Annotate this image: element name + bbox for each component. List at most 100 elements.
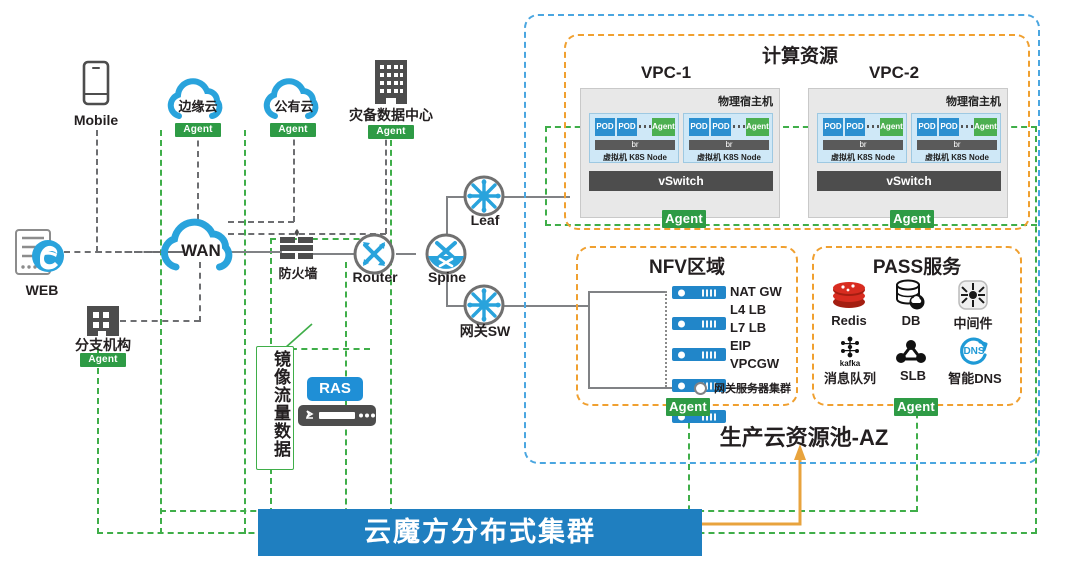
- bridge: br: [823, 140, 903, 150]
- leaf-label: Leaf: [470, 212, 500, 228]
- vpc-2-k8s-node-1: POD POD Agent br 虚拟机 K8S Node: [817, 113, 907, 163]
- public-cloud-label: 公有云: [274, 99, 314, 114]
- pod: POD: [595, 118, 615, 136]
- pass-services-title: PASS服务: [872, 257, 962, 278]
- k8s-node-label: 虚拟机 K8S Node: [830, 153, 895, 162]
- vpc-2-host: 物理宿主机 POD POD Agent br 虚拟机 K8S Node POD …: [808, 88, 1008, 218]
- firewall-icon: [280, 229, 313, 259]
- slb-nodes-icon: [896, 340, 926, 363]
- mobile-label: Mobile: [73, 112, 119, 128]
- pass-item-label: Redis: [831, 313, 867, 328]
- nfv-item-label: L7 LB: [730, 320, 767, 335]
- vpc-2-k8s-node-2: POD POD Agent br 虚拟机 K8S Node: [911, 113, 1001, 163]
- dr-datacenter-label: 灾备数据中心: [349, 107, 433, 123]
- nfv-item-row[interactable]: [672, 348, 726, 361]
- ports-icon: [702, 320, 718, 327]
- vpc-1-k8s-node-2: POD POD Agent br 虚拟机 K8S Node: [683, 113, 773, 163]
- vpc-2-vswitch: vSwitch: [817, 171, 1001, 191]
- vpc-2-host-label: 物理宿主机: [946, 96, 1001, 108]
- nfv-item-label: NAT GW: [730, 284, 782, 299]
- vpc-1-k8s-node-1: POD POD Agent br 虚拟机 K8S Node: [589, 113, 679, 163]
- pass-item-label: 消息队列: [823, 371, 876, 386]
- pass-item-label: 中间件: [953, 316, 993, 331]
- ras-label: RAS: [319, 380, 351, 397]
- link-dr-dc-down: [385, 130, 387, 234]
- ports-icon: [702, 289, 718, 296]
- bridge: br: [595, 140, 675, 150]
- kafka-icon: [841, 336, 859, 358]
- node-agent: Agent: [974, 118, 997, 136]
- pass-agent-badge: Agent: [894, 398, 938, 416]
- nfv-item-row[interactable]: [672, 286, 726, 299]
- pod: POD: [711, 118, 731, 136]
- dns-icon: DNS: [960, 337, 988, 365]
- node-agent: Agent: [880, 118, 903, 136]
- pod-agent-dots: [733, 125, 745, 128]
- gateway-sw-label: 网关SW: [459, 323, 511, 339]
- nfv-cluster-label: 网关服务器集群: [714, 383, 791, 395]
- link-mobile-wan: [96, 130, 98, 252]
- bridge: br: [689, 140, 769, 150]
- k8s-node-label: 虚拟机 K8S Node: [602, 153, 667, 162]
- link-edge-wan: [197, 130, 199, 220]
- pass-item-label: SLB: [900, 368, 926, 383]
- firewall-label: 防火墙: [278, 266, 318, 281]
- mirror-traffic-label: 镜像流量数据: [271, 350, 290, 458]
- pass-item-label: 智能DNS: [948, 371, 1002, 386]
- dr-datacenter-agent-badge: Agent: [368, 125, 414, 139]
- pod-agent-dots: [867, 125, 879, 128]
- node-agent: Agent: [652, 118, 675, 136]
- database-cloud-icon: [896, 279, 925, 310]
- middleware-icon: [958, 280, 988, 310]
- kafka-sublabel: kafka: [839, 359, 861, 368]
- agent-link-public-cloud: [244, 130, 246, 534]
- ras-appliance-icon: [298, 405, 376, 426]
- pod: POD: [917, 118, 937, 136]
- bridge: br: [917, 140, 997, 150]
- status-dot-icon: [678, 351, 685, 358]
- vpc-1-host: 物理宿主机 POD POD Agent br 虚拟机 K8S Node POD …: [580, 88, 780, 218]
- web-label: WEB: [25, 282, 59, 298]
- svg-text:DNS: DNS: [963, 346, 984, 357]
- status-dot-icon: [678, 289, 685, 296]
- vpc-2-agent-badge: Agent: [890, 210, 934, 228]
- edge-cloud-agent-badge: Agent: [175, 123, 221, 137]
- wan-label: WAN: [181, 241, 221, 260]
- pod-agent-dots: [639, 125, 651, 128]
- pod: POD: [617, 118, 637, 136]
- branch-label: 分支机构: [75, 337, 131, 353]
- k8s-node-label: 虚拟机 K8S Node: [696, 153, 761, 162]
- link-public-cloud-down: [293, 130, 295, 222]
- web-server-ie-icon: [15, 229, 64, 275]
- pod: POD: [939, 118, 959, 136]
- pod-agent-dots: [961, 125, 973, 128]
- distributed-cluster-label: 云魔方分布式集群: [364, 517, 596, 547]
- nfv-item-label: VPCGW: [730, 356, 780, 371]
- ports-icon: [702, 351, 718, 358]
- node-agent: Agent: [746, 118, 769, 136]
- pod: POD: [689, 118, 709, 136]
- nfv-item-row[interactable]: [672, 317, 726, 330]
- mobile-phone-icon: [82, 60, 110, 106]
- redis-icon: [833, 282, 865, 308]
- vpc-1-vswitch: vSwitch: [589, 171, 773, 191]
- diagram-canvas: 生产云资源池-AZ 计算资源 VPC-1 物理宿主机 POD POD Agent…: [0, 0, 1080, 574]
- k8s-node-label: 虚拟机 K8S Node: [924, 153, 989, 162]
- public-cloud-agent-badge: Agent: [270, 123, 316, 137]
- status-dot-icon: [678, 320, 685, 327]
- vpc-1-title: VPC-1: [640, 63, 692, 82]
- pod: POD: [823, 118, 843, 136]
- pod: POD: [845, 118, 865, 136]
- vpc-1-agent-badge: Agent: [662, 210, 706, 228]
- agent-link-dr-dc: [390, 130, 392, 534]
- vpc-2-title: VPC-2: [868, 63, 920, 82]
- production-cloud-pool-title: 生产云资源池-AZ: [719, 425, 889, 450]
- link-router-spine: [396, 253, 416, 255]
- nfv-item-label: EIP: [730, 338, 751, 353]
- office-building-icon: [87, 306, 119, 336]
- vpc-1-host-label: 物理宿主机: [718, 96, 773, 108]
- cluster-node-icon: [694, 382, 707, 395]
- router-label: Router: [352, 269, 398, 285]
- datacenter-building-icon: [375, 60, 407, 104]
- nfv-agent-badge: Agent: [666, 398, 710, 416]
